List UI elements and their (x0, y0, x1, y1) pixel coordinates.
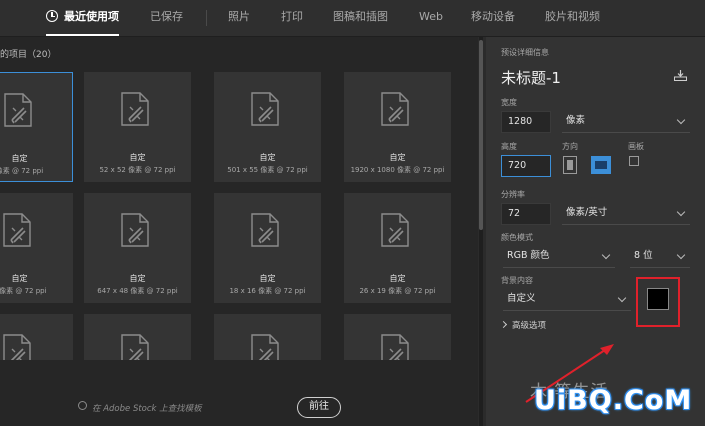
document-icon (3, 213, 31, 247)
chevron-right-icon (499, 320, 508, 329)
background-value: 自定义 (507, 293, 536, 304)
width-field[interactable]: 1280 (501, 111, 551, 133)
height-field[interactable]: 720 (501, 155, 551, 177)
orientation-label: 方向 (562, 142, 578, 151)
preset-card-size: 26 x 19 像素 @ 72 ppi (359, 287, 436, 295)
tab-recent[interactable]: 最近使用项 (46, 0, 119, 36)
stock-search-input[interactable]: 在 Adobe Stock 上查找模板 (78, 402, 202, 414)
resolution-label: 分辨率 (501, 190, 525, 199)
chevron-down-icon (676, 250, 686, 260)
advanced-options-label: 高级选项 (512, 321, 547, 331)
preset-details-heading: 预设详细信息 (501, 48, 549, 57)
document-icon (121, 213, 149, 247)
landscape-icon (595, 161, 607, 169)
stock-search-bar (0, 360, 478, 426)
tab-recent-label: 最近使用项 (64, 10, 119, 23)
preset-card-name: 自定 (259, 274, 276, 283)
chevron-down-icon (601, 250, 611, 260)
preset-card-size: 像素 @ 72 ppi (0, 167, 44, 175)
preset-card[interactable]: 自定像素 @ 72 ppi (0, 72, 73, 182)
active-tab-underline (46, 34, 119, 36)
tab-saved[interactable]: 已保存 (150, 0, 183, 36)
preset-card-name: 自定 (11, 154, 28, 163)
preset-card-size: 0 像素 @ 72 ppi (0, 287, 47, 295)
red-highlight-box (636, 277, 680, 327)
chevron-down-icon (676, 207, 686, 217)
save-preset-icon[interactable] (674, 70, 687, 81)
preset-card[interactable]: 自定 18 x 16 像素 @ 72 ppi (214, 193, 321, 303)
chevron-down-icon (617, 293, 627, 303)
width-unit-select[interactable]: 像素 (562, 111, 690, 133)
preset-card[interactable]: 自定 1920 x 1080 像素 @ 72 ppi (344, 72, 451, 182)
preset-card-size: 647 x 48 像素 @ 72 ppi (97, 287, 178, 295)
document-icon (381, 213, 409, 247)
preset-card-size: 18 x 16 像素 @ 72 ppi (229, 287, 306, 295)
portrait-orientation-button[interactable] (563, 156, 577, 174)
bit-depth-select[interactable]: 8 位 (630, 246, 690, 268)
tab-art-illustration[interactable]: 图稿和插图 (333, 0, 388, 36)
preset-card-name: 自定 (129, 153, 146, 162)
resolution-unit-select[interactable]: 像素/英寸 (562, 203, 690, 225)
height-label: 高度 (501, 142, 517, 151)
color-mode-select[interactable]: RGB 颜色 (503, 246, 615, 268)
watermark-logo: UiBQ.CoM (534, 385, 693, 416)
document-icon (251, 213, 279, 247)
document-icon (251, 92, 279, 126)
bit-depth-value: 8 位 (634, 250, 653, 261)
preset-card-name: 自定 (129, 274, 146, 283)
clock-icon (46, 10, 58, 22)
preset-card-size: 501 x 55 像素 @ 72 ppi (227, 166, 308, 174)
tab-bar: 最近使用项 已保存 照片 打印 图稿和插图 Web 移动设备 胶片和视频 (0, 0, 705, 37)
tab-film-video[interactable]: 胶片和视频 (545, 0, 600, 36)
preset-card[interactable]: 自定 52 x 52 像素 @ 72 ppi (84, 72, 191, 182)
document-icon (4, 93, 32, 127)
background-select[interactable]: 自定义 (503, 289, 631, 311)
stock-go-button[interactable]: 前往 (297, 397, 341, 418)
preset-card-size: 1920 x 1080 像素 @ 72 ppi (350, 166, 445, 174)
preset-card[interactable]: 自定 501 x 55 像素 @ 72 ppi (214, 72, 321, 182)
recent-items-heading: 的项目（20） (0, 50, 57, 60)
preset-card-name: 自定 (389, 274, 406, 283)
document-icon (121, 92, 149, 126)
artboard-label: 画板 (628, 142, 644, 151)
landscape-orientation-button[interactable] (591, 156, 611, 174)
preset-card-size: 52 x 52 像素 @ 72 ppi (99, 166, 176, 174)
width-unit-value: 像素 (566, 115, 586, 126)
preset-card-name: 自定 (259, 153, 276, 162)
tab-photo[interactable]: 照片 (228, 0, 250, 36)
advanced-options-toggle[interactable]: 高级选项 (499, 319, 547, 331)
tab-web[interactable]: Web (419, 0, 443, 36)
portrait-icon (567, 160, 573, 170)
resolution-field[interactable]: 72 (501, 203, 551, 225)
document-icon (381, 92, 409, 126)
resolution-unit-value: 像素/英寸 (566, 207, 608, 218)
color-mode-value: RGB 颜色 (507, 250, 550, 261)
tab-print[interactable]: 打印 (281, 0, 303, 36)
chevron-down-icon (676, 115, 686, 125)
scrollbar-thumb[interactable] (479, 40, 483, 230)
background-label: 背景内容 (501, 276, 533, 285)
preset-card[interactable]: 自定 647 x 48 像素 @ 72 ppi (84, 193, 191, 303)
tab-mobile[interactable]: 移动设备 (471, 0, 515, 36)
artboard-checkbox[interactable] (629, 156, 639, 166)
width-label: 宽度 (501, 98, 517, 107)
preset-card-name: 自定 (11, 274, 28, 283)
preset-card[interactable]: 自定 26 x 19 像素 @ 72 ppi (344, 193, 451, 303)
preset-card[interactable]: 自定 0 像素 @ 72 ppi (0, 193, 73, 303)
tab-divider (206, 10, 207, 26)
document-title[interactable]: 未标题-1 (501, 67, 561, 88)
color-mode-label: 颜色模式 (501, 233, 533, 242)
preset-card-name: 自定 (389, 153, 406, 162)
